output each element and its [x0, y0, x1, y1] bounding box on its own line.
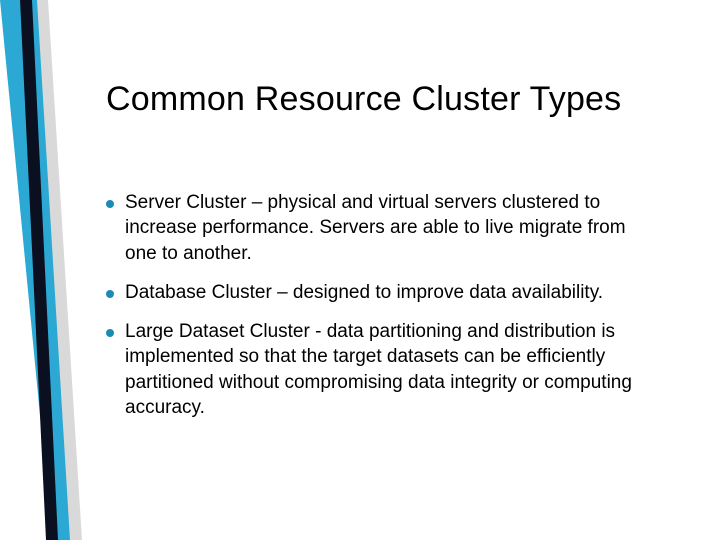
bullet-icon — [106, 290, 114, 298]
list-item-text: Database Cluster – designed to improve d… — [125, 280, 603, 305]
bullet-icon — [106, 200, 114, 208]
bullet-icon — [106, 329, 114, 337]
list-item: Server Cluster – physical and virtual se… — [106, 190, 646, 266]
list-item-text: Server Cluster – physical and virtual se… — [125, 190, 646, 266]
list-item: Large Dataset Cluster - data partitionin… — [106, 319, 646, 420]
corner-decoration — [0, 0, 90, 540]
list-item: Database Cluster – designed to improve d… — [106, 280, 646, 305]
bullet-list: Server Cluster – physical and virtual se… — [106, 190, 646, 434]
slide-title: Common Resource Cluster Types — [106, 80, 621, 119]
list-item-text: Large Dataset Cluster - data partitionin… — [125, 319, 646, 420]
